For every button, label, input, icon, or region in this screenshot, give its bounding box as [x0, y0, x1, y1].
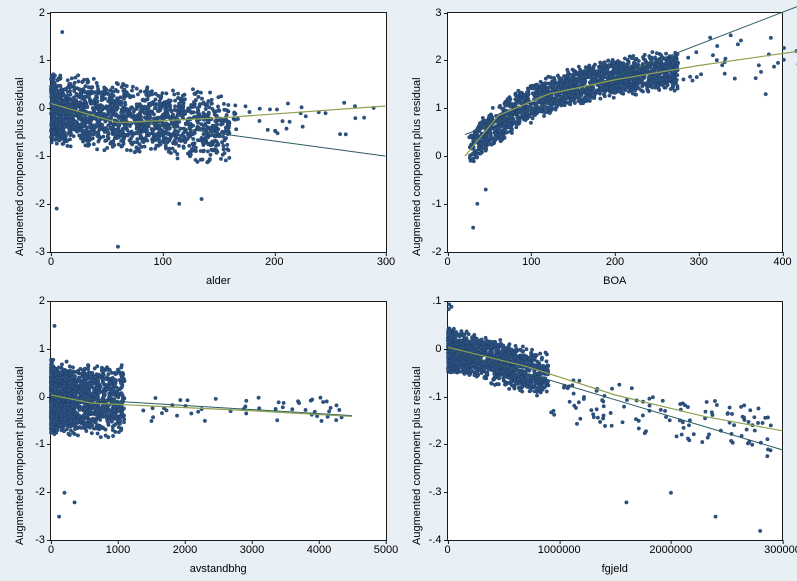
- xtick: 2000000: [649, 540, 692, 556]
- panel-boa: Augmented component plus residual -2-101…: [401, 4, 794, 289]
- plot-area: -2-101230100200300400: [447, 12, 784, 253]
- xtick: 300: [690, 252, 708, 268]
- ytick: 1: [39, 343, 51, 355]
- linear-fit: [448, 349, 782, 449]
- ytick: 3: [435, 7, 447, 19]
- xtick: 1000: [106, 540, 130, 556]
- xlabel: alder: [50, 275, 387, 287]
- xlabel: fgjeld: [447, 563, 784, 575]
- xtick: 0: [444, 540, 450, 556]
- xtick: 2000: [173, 540, 197, 556]
- ytick: .1: [432, 295, 447, 307]
- xtick: 0: [48, 252, 54, 268]
- ytick: 0: [39, 391, 51, 403]
- ytick: -1: [35, 438, 51, 450]
- panel-avstandbhg: Augmented component plus residual -3-2-1…: [4, 293, 397, 578]
- xtick: 0: [48, 540, 54, 556]
- ytick: 2: [39, 7, 51, 19]
- ytick: 2: [435, 54, 447, 66]
- xtick: 400: [773, 252, 791, 268]
- ytick: 0: [435, 150, 447, 162]
- xtick: 5000: [374, 540, 398, 556]
- ylabel: Augmented component plus residual: [14, 366, 26, 545]
- xtick: 3000: [240, 540, 264, 556]
- ytick: -.2: [429, 438, 448, 450]
- plot-area: -3-2-1012010002000300040005000: [50, 301, 387, 542]
- ylabel: Augmented component plus residual: [14, 77, 26, 256]
- xtick: 100: [153, 252, 171, 268]
- xtick: 1000000: [538, 540, 581, 556]
- ytick: -1: [432, 198, 448, 210]
- xtick: 100: [522, 252, 540, 268]
- ylabel: Augmented component plus residual: [411, 366, 423, 545]
- smooth-fit: [448, 347, 782, 431]
- xtick: 4000: [307, 540, 331, 556]
- ytick: 1: [435, 102, 447, 114]
- ytick: 0: [39, 102, 51, 114]
- plot-area: -.4-.3-.2-.10.1010000002000000300000: [447, 301, 784, 542]
- xlabel: avstandbhg: [50, 563, 387, 575]
- ytick: 0: [435, 343, 447, 355]
- ylabel: Augmented component plus residual: [411, 77, 423, 256]
- linear-fit: [464, 6, 797, 135]
- xtick: 200: [265, 252, 283, 268]
- xlabel: BOA: [447, 275, 784, 287]
- ytick: -.3: [429, 486, 448, 498]
- ytick: -2: [35, 198, 51, 210]
- ytick: -.1: [429, 391, 448, 403]
- ytick: 1: [39, 54, 51, 66]
- panel-fgjeld: Augmented component plus residual -.4-.3…: [401, 293, 794, 578]
- xtick: 200: [606, 252, 624, 268]
- ytick: 2: [39, 295, 51, 307]
- xtick: 300000: [764, 540, 797, 556]
- ytick: -1: [35, 150, 51, 162]
- xtick: 0: [444, 252, 450, 268]
- plot-area: -3-2-10120100200300: [50, 12, 387, 253]
- panel-alder: Augmented component plus residual -3-2-1…: [4, 4, 397, 289]
- ytick: -2: [35, 486, 51, 498]
- figure-grid: Augmented component plus residual -3-2-1…: [0, 0, 797, 581]
- xtick: 300: [377, 252, 395, 268]
